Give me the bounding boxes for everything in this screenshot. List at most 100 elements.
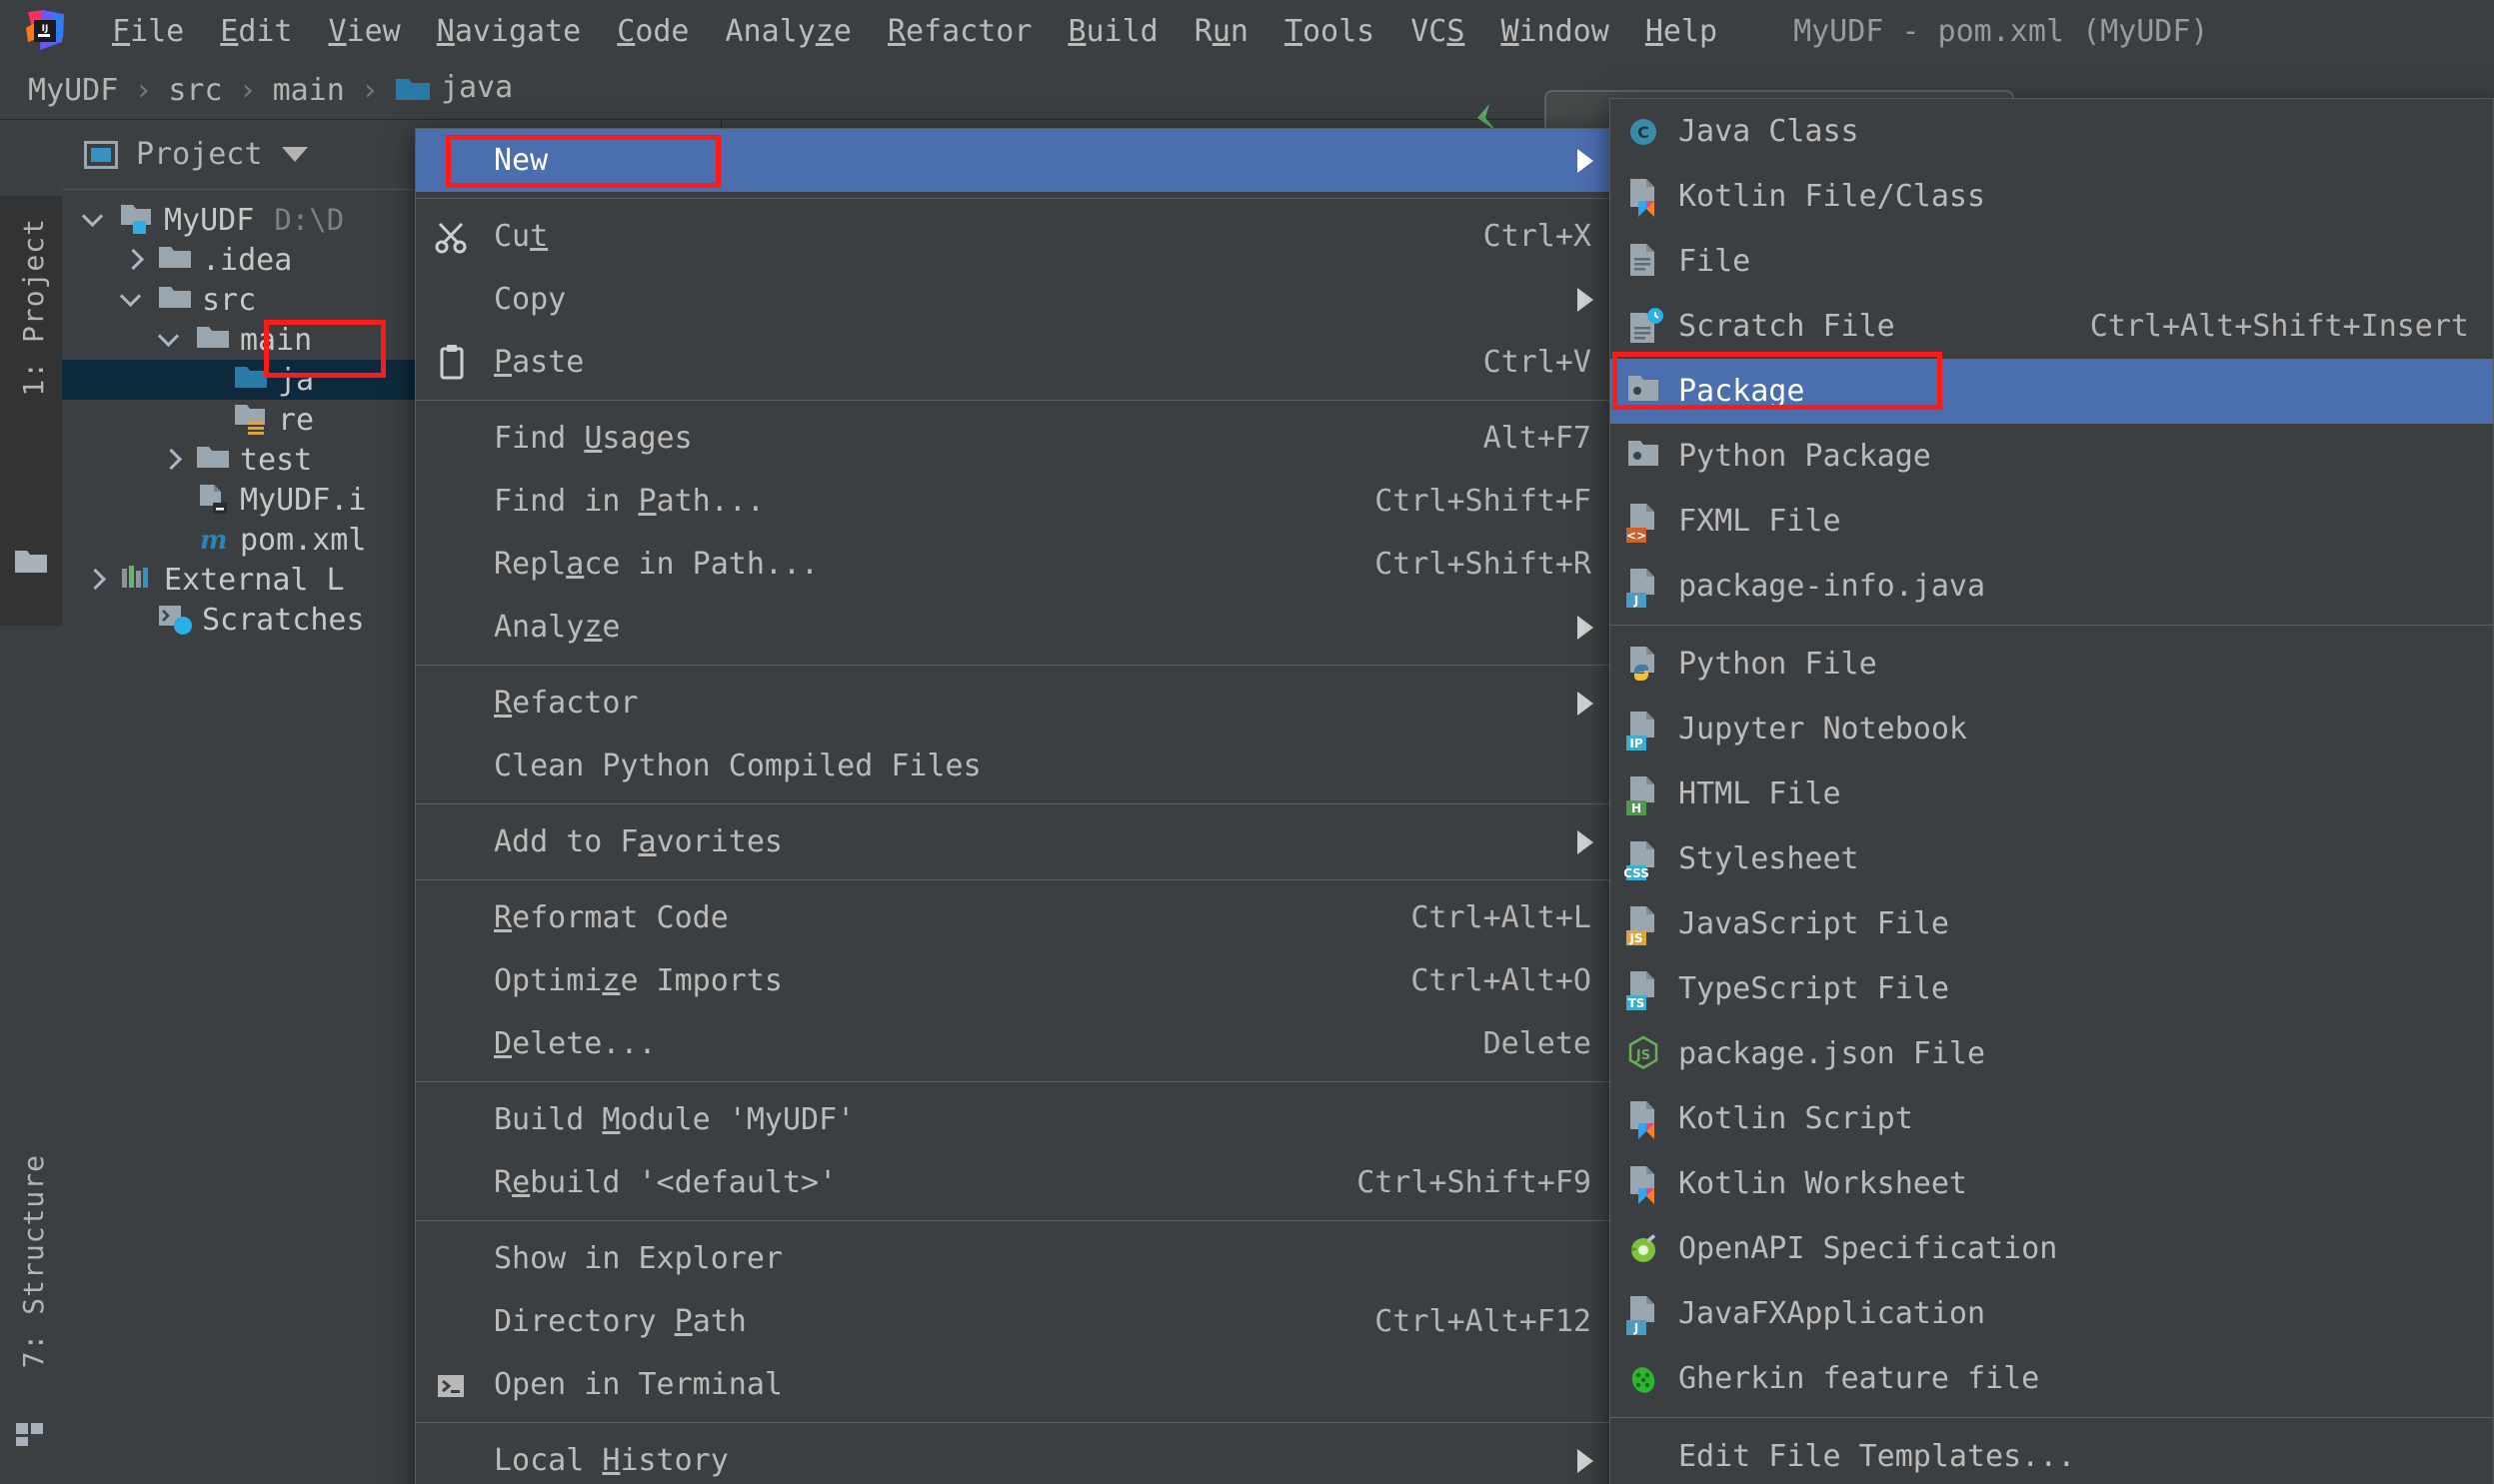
new-submenu-item-javascript-file[interactable]: JS JavaScript File [1610,891,2493,956]
menu-file[interactable]: File [94,14,202,49]
menu-edit[interactable]: Edit [202,14,310,49]
context-menu-item-analyze[interactable]: Analyze [416,596,1613,659]
menu-navigate[interactable]: Navigate [419,14,600,49]
context-menu-item-shortcut: Ctrl+Alt+F12 [1374,1304,1591,1339]
context-menu-item-rebuild-default[interactable]: Rebuild '<default>' Ctrl+Shift+F9 [416,1151,1613,1214]
new-submenu-item-package-info-java[interactable]: Jpackage-info.java [1610,554,2493,619]
context-menu-item-shortcut: Ctrl+Shift+F9 [1356,1165,1591,1200]
nodejs-icon: JS [1624,1034,1666,1074]
new-submenu-item-package[interactable]: Package [1610,359,2493,424]
context-menu-item-directory-path[interactable]: Directory Path Ctrl+Alt+F12 [416,1290,1613,1353]
breadcrumb-item-myudf[interactable]: MyUDF [22,73,124,108]
context-menu-item-add-to-favorites[interactable]: Add to Favorites [416,810,1613,873]
kotlin-worksheet-icon [1624,1164,1666,1204]
tree-node-label: MyUDF.i [240,482,367,518]
clipboard-icon [432,343,478,383]
new-submenu-item-stylesheet[interactable]: CSS Stylesheet [1610,826,2493,891]
new-submenu-item-typescript-file[interactable]: TS TypeScript File [1610,956,2493,1021]
menu-vcs[interactable]: VCS [1392,14,1482,49]
breadcrumb-item-java[interactable]: java [389,70,519,111]
menu-help[interactable]: Help [1627,14,1735,49]
menu-window[interactable]: Window [1482,14,1626,49]
new-submenu-item-python-file[interactable]: Python File [1610,632,2493,697]
menu-analyze[interactable]: Analyze [708,14,870,49]
menu-icon-placeholder [432,1239,478,1279]
menu-view[interactable]: View [311,14,419,49]
package-icon [1624,372,1666,412]
new-submenu-item-openapi-specification[interactable]: OpenAPI Specification [1610,1216,2493,1281]
breadcrumb-item-src[interactable]: src [162,73,228,108]
new-submenu-item-python-package[interactable]: Python Package [1610,424,2493,489]
context-menu-item-refactor[interactable]: Refactor [416,672,1613,735]
context-menu-item-new[interactable]: New [416,129,1613,192]
context-menu-item-shortcut: Ctrl+Shift+F [1374,484,1591,519]
chevron-right-icon[interactable] [158,447,184,473]
context-menu-item-label: Directory Path [494,1304,747,1339]
css-file-icon: CSS [1623,839,1666,880]
context-menu-item-replace-in-path[interactable]: Replace in Path... Ctrl+Shift+R [416,533,1613,596]
new-submenu-item-label: JavaFXApplication [1678,1296,1986,1331]
context-menu-item-shortcut: Ctrl+Alt+L [1410,900,1591,935]
context-menu-item-copy[interactable]: Copy [416,268,1613,331]
new-submenu-item-kotlin-worksheet[interactable]: Kotlin Worksheet [1610,1151,2493,1216]
menu-run[interactable]: Run [1177,14,1266,49]
new-submenu-item-label: package-info.java [1678,569,1986,604]
new-submenu-item-jupyter-notebook[interactable]: IP Jupyter Notebook [1610,697,2493,761]
context-menu-item-build-module-myudf[interactable]: Build Module 'MyUDF' [416,1088,1613,1151]
context-menu-item-reformat-code[interactable]: Reformat Code Ctrl+Alt+L [416,886,1613,949]
js-file-icon: JS [1624,904,1666,945]
context-menu-item-show-in-explorer[interactable]: Show in Explorer [416,1227,1613,1290]
chevron-down-icon[interactable] [158,327,184,353]
breadcrumb-item-main[interactable]: main [267,73,351,108]
menu-icon-placeholder [432,1302,478,1342]
submenu-arrow-icon [1577,615,1593,640]
context-menu-item-optimize-imports[interactable]: Optimize Imports Ctrl+Alt+O [416,949,1613,1012]
tree-node-path: D:\D [274,203,345,237]
menu-build[interactable]: Build [1050,14,1176,49]
new-submenu-item-kotlin-script[interactable]: Kotlin Script [1610,1086,2493,1151]
context-menu-item-shortcut: Alt+F7 [1482,421,1591,456]
context-menu-item-local-history[interactable]: Local History [416,1429,1613,1484]
context-menu-item-paste[interactable]: Paste Ctrl+V [416,331,1613,394]
new-submenu-item-html-file[interactable]: H HTML File [1610,761,2493,826]
new-submenu-item-edit-file-templates[interactable]: Edit File Templates... [1610,1424,2493,1484]
new-submenu-item-label: package.json File [1678,1036,1986,1071]
ts-file-icon: TS [1624,969,1666,1010]
svg-text:IP: IP [1629,737,1642,750]
new-submenu-item-gherkin-feature-file[interactable]: Gherkin feature file [1610,1346,2493,1411]
menu-code[interactable]: Code [599,14,707,49]
new-submenu-item-fxml-file[interactable]: <> FXML File [1610,489,2493,554]
sidebar-tab-structure[interactable]: 7: Structure [17,1154,50,1368]
new-submenu-item-javafxapplication[interactable]: J JavaFXApplication [1610,1281,2493,1346]
scratches-icon [158,603,192,637]
new-submenu-item-java-class[interactable]: C Java Class [1610,99,2493,164]
new-submenu-item-scratch-file[interactable]: Scratch File Ctrl+Alt+Shift+Insert [1610,294,2493,359]
jupyter-icon: IP [1624,710,1666,750]
context-menu-item-find-in-path[interactable]: Find in Path... Ctrl+Shift+F [416,470,1613,533]
new-submenu-item-package-json-file[interactable]: JS package.json File [1610,1021,2493,1086]
chevron-down-icon[interactable] [120,287,146,313]
new-submenu-item-kotlin-file-class[interactable]: Kotlin File/Class [1610,164,2493,229]
chevron-down-icon[interactable] [282,147,309,162]
sidebar-tab-project[interactable]: 1: Project [17,218,50,397]
context-menu-item-cut[interactable]: Cut Ctrl+X [416,205,1613,268]
source-folder-icon [234,363,268,397]
new-submenu-item-label: File [1678,244,1751,279]
new-submenu-item-file[interactable]: File [1610,229,2493,294]
external-libraries-icon [120,563,154,597]
chevron-right-icon[interactable] [120,247,146,273]
menu-refactor[interactable]: Refactor [870,14,1051,49]
context-menu-item-delete[interactable]: Delete... Delete [416,1012,1613,1075]
context-menu-item-open-in-terminal[interactable]: Open in Terminal [416,1353,1613,1416]
new-submenu-item-label: Gherkin feature file [1678,1361,2040,1396]
menu-tools[interactable]: Tools [1266,14,1392,49]
chevron-down-icon[interactable] [82,207,108,233]
context-menu-item-find-usages[interactable]: Find Usages Alt+F7 [416,407,1613,470]
context-menu-item-clean-python-compiled-files[interactable]: Clean Python Compiled Files [416,735,1613,797]
context-menu-item-label: Open in Terminal [494,1367,783,1402]
terminal-icon [432,1365,478,1405]
chevron-right-icon[interactable] [82,567,108,593]
menu-separator [416,879,1613,880]
context-menu-item-shortcut: Ctrl+Shift+R [1374,547,1591,582]
context-menu-item-shortcut: Ctrl+X [1482,219,1591,254]
